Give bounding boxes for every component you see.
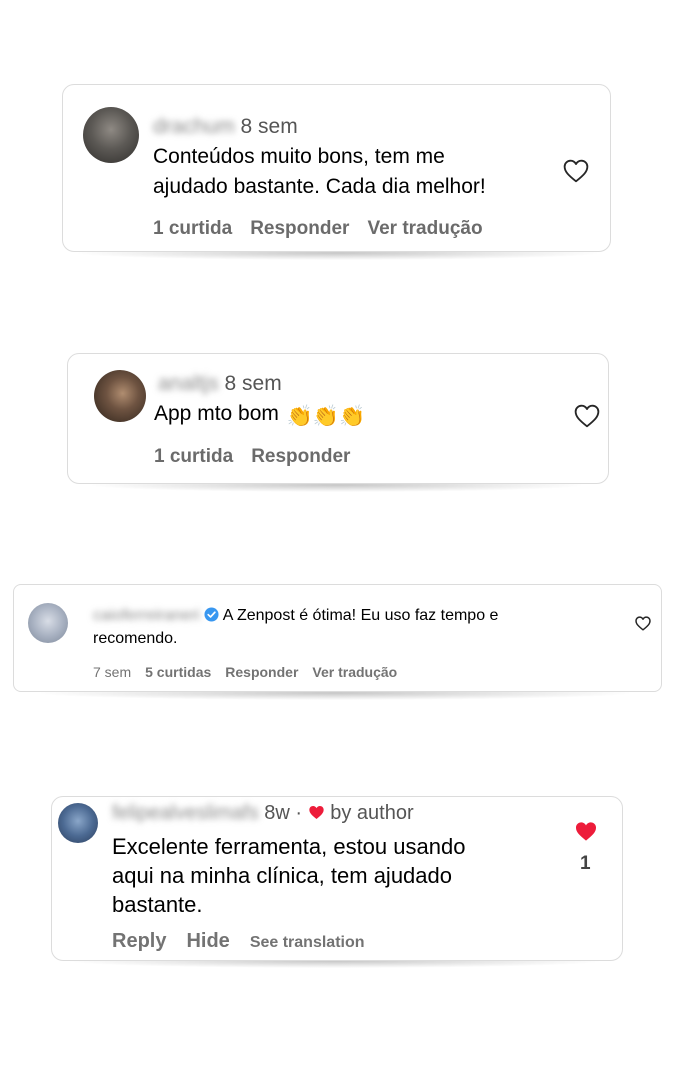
reply-button[interactable]: Responder xyxy=(251,446,350,467)
translate-button[interactable]: Ver tradução xyxy=(312,664,397,680)
translate-button[interactable]: See translation xyxy=(250,934,365,951)
username[interactable]: felipealveslimafs xyxy=(112,802,259,825)
comment-text-line: bastante. xyxy=(112,892,203,917)
comment-card-3: caioferreiraneri A Zenpost é ótima! Eu us… xyxy=(13,584,662,692)
translate-button[interactable]: Ver tradução xyxy=(367,218,482,239)
comment-text-line: A Zenpost é ótima! Eu uso faz tempo e xyxy=(222,607,499,624)
avatar[interactable] xyxy=(94,370,146,422)
reply-button[interactable]: Reply xyxy=(112,930,166,952)
comment-text: App mto bom xyxy=(154,402,279,425)
likes-count[interactable]: 5 curtidas xyxy=(145,664,211,680)
comment-text-line: ajudado bastante. Cada dia melhor! xyxy=(153,175,486,198)
comment-text-line: recomendo. xyxy=(93,630,178,647)
comment-card-2: analtjs 8 sem App mto bom 👏👏👏 1 curtida R… xyxy=(67,353,609,484)
likes-count[interactable]: 1 curtida xyxy=(154,446,233,467)
username[interactable]: caioferreiraneri xyxy=(93,607,200,625)
avatar[interactable] xyxy=(58,803,98,843)
comment-card-4: felipealveslimafs 8w · by author Excelen… xyxy=(51,796,623,961)
clapping-hands-emoji: 👏👏👏 xyxy=(286,405,366,428)
heart-filled-icon[interactable] xyxy=(574,821,598,842)
reply-button[interactable]: Responder xyxy=(225,664,298,680)
heart-filled-icon xyxy=(308,806,324,819)
comment-time: 8 sem xyxy=(224,372,282,395)
comment-text-line: aqui na minha clínica, tem ajudado xyxy=(112,863,452,888)
verified-badge-icon xyxy=(204,607,219,622)
hide-button[interactable]: Hide xyxy=(186,930,229,952)
reply-button[interactable]: Responder xyxy=(250,218,349,239)
username[interactable]: drachum xyxy=(153,115,235,139)
heart-outline-icon[interactable] xyxy=(635,616,651,631)
heart-outline-icon[interactable] xyxy=(574,404,600,428)
like-count: 1 xyxy=(580,853,591,874)
comment-card-1: drachum 8 sem Conteúdos muito bons, tem … xyxy=(62,84,611,252)
comment-time: 8w · xyxy=(264,802,303,824)
likes-count[interactable]: 1 curtida xyxy=(153,218,232,239)
avatar[interactable] xyxy=(83,107,139,163)
comment-text-line: Conteúdos muito bons, tem me xyxy=(153,145,445,168)
avatar[interactable] xyxy=(28,603,68,643)
comment-text-line: Excelente ferramenta, estou usando xyxy=(112,834,466,859)
heart-outline-icon[interactable] xyxy=(563,159,589,183)
comment-time: 8 sem xyxy=(240,115,298,138)
username[interactable]: analtjs xyxy=(158,372,219,396)
comment-time: 7 sem xyxy=(93,664,132,680)
by-author-label: by author xyxy=(330,802,414,824)
